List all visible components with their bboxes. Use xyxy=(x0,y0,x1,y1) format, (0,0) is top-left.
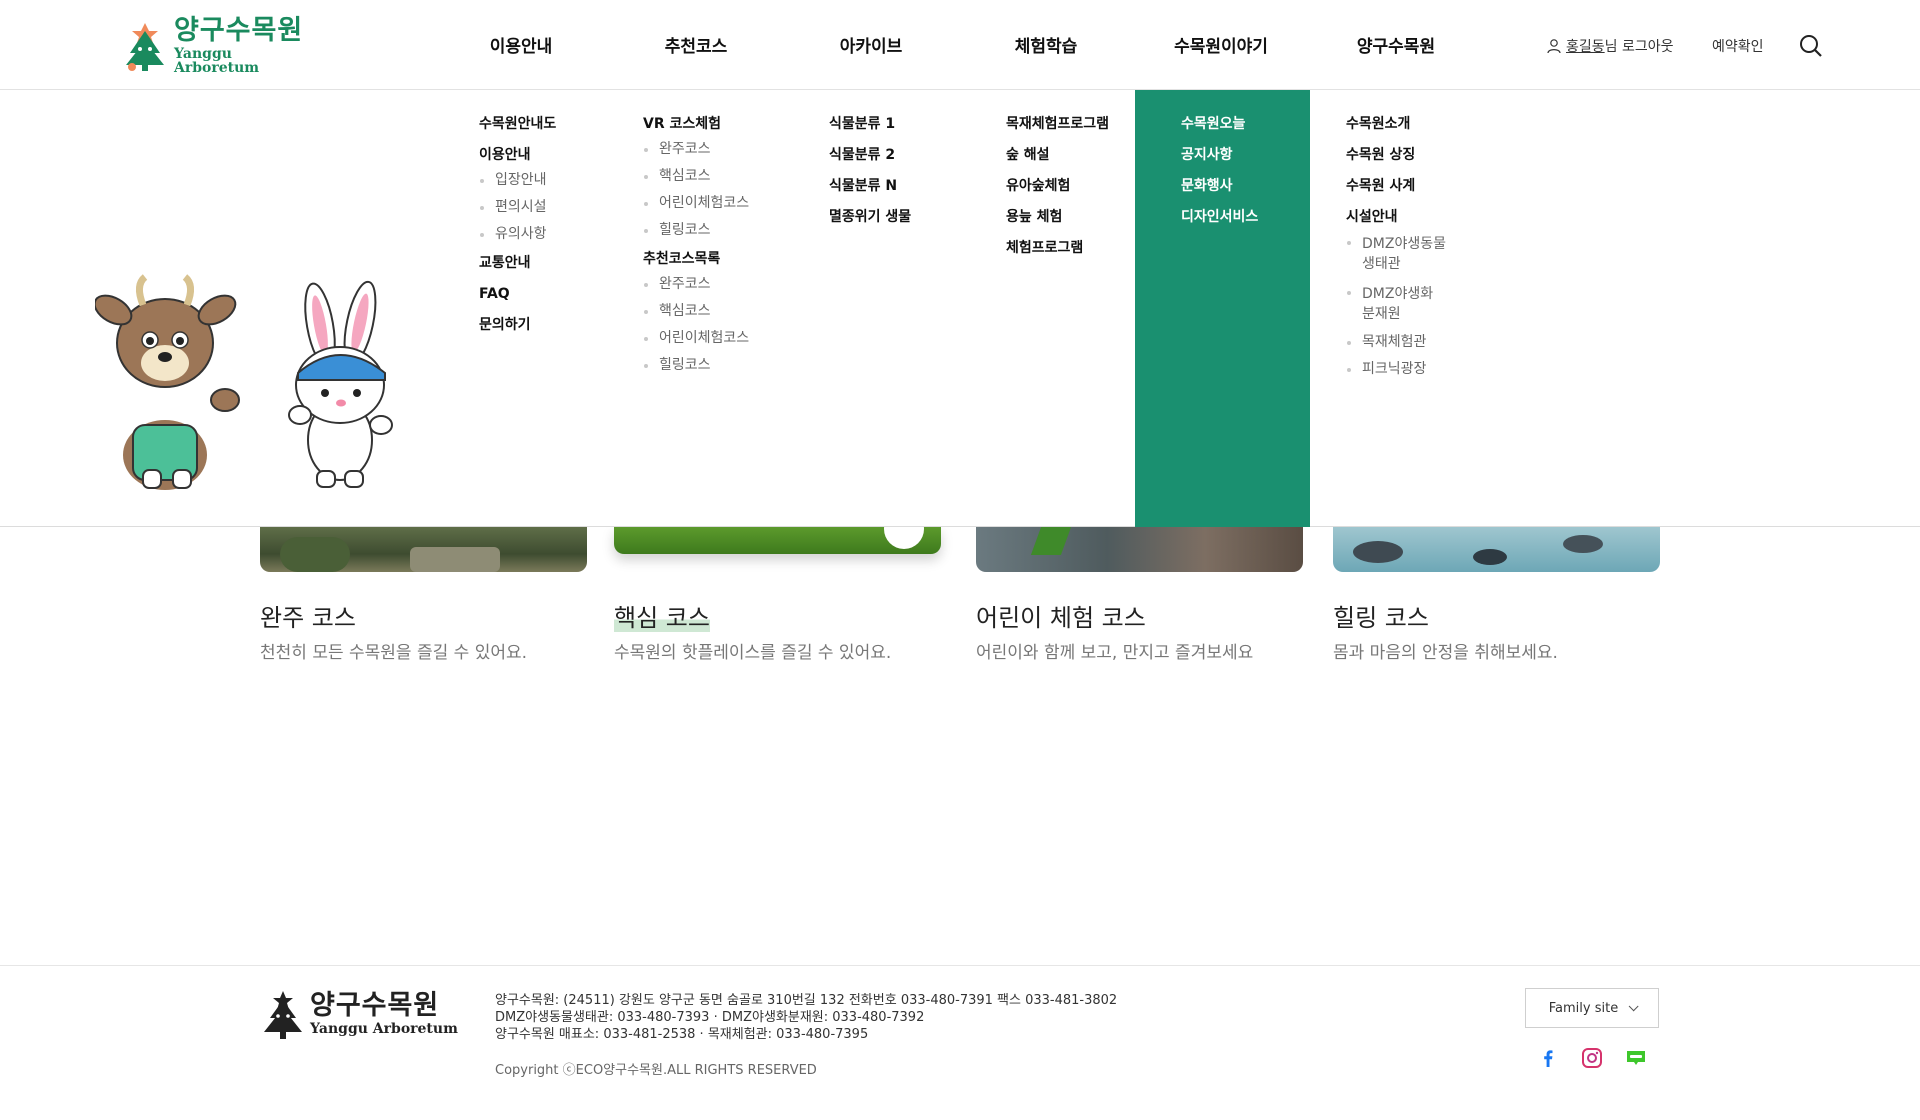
submenu-link[interactable]: 완주코스 xyxy=(643,141,749,158)
menu-col-archive: 식물분류 1 식물분류 2 식물분류 N 멸종위기 생물 xyxy=(829,116,911,240)
footer-contact-info: 양구수목원: (24511) 강원도 양구군 동면 숨골로 310번길 132 … xyxy=(495,992,1117,1043)
submenu-link[interactable]: 완주코스 xyxy=(643,276,749,293)
submenu-link[interactable]: 핵심코스 xyxy=(643,303,749,320)
nav-usage[interactable]: 이용안내 xyxy=(446,32,596,57)
logout-link[interactable]: 홍길동 님 로그아웃 xyxy=(1546,36,1674,56)
menu-link[interactable]: 체험프로그램 xyxy=(1006,240,1109,257)
menu-link[interactable]: 식물분류 1 xyxy=(829,116,911,133)
course-title-text[interactable]: 핵심 코스 xyxy=(614,604,710,632)
mascot-characters xyxy=(95,274,393,490)
menu-link[interactable]: 용늪 체험 xyxy=(1006,209,1109,226)
menu-link[interactable]: 숲 해설 xyxy=(1006,147,1109,164)
submenu-link[interactable]: 힐링코스 xyxy=(643,222,749,239)
reservation-link[interactable]: 예약확인 xyxy=(1712,36,1764,56)
submenu-link[interactable]: 유의사항 xyxy=(479,226,556,243)
menu-col-about: 수목원소개 수목원 상징 수목원 사계 시설안내 DMZ야생동물 생태관 DMZ… xyxy=(1346,116,1450,390)
nav-learning[interactable]: 체험학습 xyxy=(971,32,1121,57)
menu-link[interactable]: FAQ xyxy=(479,286,556,303)
logo-english: Yanggu Arboretum xyxy=(174,46,260,76)
facebook-icon[interactable] xyxy=(1537,1047,1559,1069)
course-image xyxy=(614,527,941,554)
instagram-icon[interactable] xyxy=(1581,1047,1603,1069)
tree-logo-icon xyxy=(126,23,164,71)
menu-link[interactable]: 디자인서비스 xyxy=(1181,209,1258,226)
submenu-link[interactable]: 힐링코스 xyxy=(643,357,749,374)
course-description: 수목원의 핫플레이스를 즐길 수 있어요. xyxy=(614,643,892,663)
menu-col-learning: 목재체험프로그램 숲 해설 유아숲체험 용늪 체험 체험프로그램 xyxy=(1006,116,1109,271)
course-title[interactable]: 어린이 체험 코스 xyxy=(976,598,1146,633)
nav-archive[interactable]: 아카이브 xyxy=(796,32,946,57)
submenu-link[interactable]: 피크닉광장 xyxy=(1347,361,1450,378)
menu-link[interactable]: 이용안내 xyxy=(479,147,556,164)
menu-link[interactable]: 문화행사 xyxy=(1181,178,1258,195)
course-description: 몸과 마음의 안정을 취해보세요. xyxy=(1333,643,1558,663)
search-icon[interactable] xyxy=(1798,33,1824,59)
family-site-select[interactable]: Family site xyxy=(1525,988,1659,1028)
site-logo[interactable]: 양구수목원 Yanggu Arboretum xyxy=(118,15,318,76)
logo-korean: 양구수목원 xyxy=(310,990,440,1021)
submenu-link[interactable]: 편의시설 xyxy=(479,199,556,216)
submenu-link[interactable]: DMZ야생동물 생태관 xyxy=(1347,234,1450,274)
menu-link[interactable]: 수목원소개 xyxy=(1346,116,1450,133)
footer-phone-1: DMZ야생동물생태관: 033-480-7393 · DMZ야생화분재원: 03… xyxy=(495,1010,925,1025)
submenu-link[interactable]: 어린이체험코스 xyxy=(643,195,749,212)
blog-icon[interactable] xyxy=(1625,1047,1647,1069)
logo-english: Yanggu Arboretum xyxy=(310,1021,458,1037)
footer-logo[interactable]: 양구수목원 Yanggu Arboretum xyxy=(258,988,458,1040)
menu-col-usage: 수목원안내도 이용안내 입장안내 편의시설 유의사항 교통안내 FAQ 문의하기 xyxy=(479,116,556,348)
course-description: 천천히 모든 수목원을 즐길 수 있어요. xyxy=(260,643,528,663)
menu-link[interactable]: VR 코스체험 xyxy=(643,116,749,133)
course-image xyxy=(260,527,587,572)
menu-link[interactable]: 수목원안내도 xyxy=(479,116,556,133)
menu-link[interactable]: 공지사항 xyxy=(1181,147,1258,164)
user-icon xyxy=(1547,39,1561,54)
course-image xyxy=(1333,527,1660,572)
menu-link[interactable]: 유아숲체험 xyxy=(1006,178,1109,195)
course-title[interactable]: 힐링 코스 xyxy=(1333,598,1429,633)
menu-link[interactable]: 식물분류 2 xyxy=(829,147,911,164)
submenu-link[interactable]: 핵심코스 xyxy=(643,168,749,185)
footer-address: 양구수목원: (24511) 강원도 양구군 동면 숨골로 310번길 132 … xyxy=(495,993,1118,1008)
menu-link[interactable]: 문의하기 xyxy=(479,317,556,334)
menu-link[interactable]: 수목원 상징 xyxy=(1346,147,1450,164)
course-title[interactable]: 완주 코스 xyxy=(260,598,356,633)
mega-menu: 수목원안내도 이용안내 입장안내 편의시설 유의사항 교통안내 FAQ 문의하기… xyxy=(0,90,1920,527)
site-header: 양구수목원 Yanggu Arboretum 이용안내 추천코스 아카이브 체험… xyxy=(0,0,1920,90)
menu-link[interactable]: 시설안내 xyxy=(1346,209,1450,226)
menu-link[interactable]: 식물분류 N xyxy=(829,178,911,195)
copyright: Copyright ⓒECO양구수목원.ALL RIGHTS RESERVED xyxy=(495,1063,817,1078)
menu-link[interactable]: 추천코스목록 xyxy=(643,251,749,268)
menu-link[interactable]: 교통안내 xyxy=(479,255,556,272)
menu-col-story: 수목원오늘 공지사항 문화행사 디자인서비스 xyxy=(1181,116,1258,240)
course-image xyxy=(976,527,1303,572)
logout-label[interactable]: 님 로그아웃 xyxy=(1605,36,1674,56)
nav-about[interactable]: 양구수목원 xyxy=(1321,32,1471,57)
chevron-down-icon xyxy=(1628,1000,1639,1011)
family-site-label: Family site xyxy=(1548,1000,1619,1016)
submenu-link[interactable]: DMZ야생화 분재원 xyxy=(1347,284,1450,324)
footer-phone-2: 양구수목원 매표소: 033-481-2538 · 목재체험관: 033-480… xyxy=(495,1027,869,1042)
menu-active-panel: 수목원오늘 공지사항 문화행사 디자인서비스 xyxy=(1135,90,1310,527)
nav-recommend[interactable]: 추천코스 xyxy=(621,32,771,57)
site-footer: 양구수목원 Yanggu Arboretum 양구수목원: (24511) 강원… xyxy=(0,965,1920,1120)
submenu-link[interactable]: 입장안내 xyxy=(479,172,556,189)
nav-story[interactable]: 수목원이야기 xyxy=(1146,32,1296,57)
course-description: 어린이와 함께 보고, 만지고 즐겨보세요 xyxy=(976,643,1254,663)
course-title[interactable]: 핵심 코스 xyxy=(614,598,710,633)
tree-logo-icon xyxy=(264,991,302,1039)
menu-col-recommend: VR 코스체험 완주코스 핵심코스 어린이체험코스 힐링코스 추천코스목록 완주… xyxy=(643,116,749,386)
menu-link[interactable]: 수목원오늘 xyxy=(1181,116,1258,133)
user-name[interactable]: 홍길동 xyxy=(1566,36,1605,56)
menu-link[interactable]: 수목원 사계 xyxy=(1346,178,1450,195)
logo-korean: 양구수목원 xyxy=(174,15,304,46)
submenu-link[interactable]: 목재체험관 xyxy=(1347,334,1450,351)
submenu-link[interactable]: 어린이체험코스 xyxy=(643,330,749,347)
menu-link[interactable]: 멸종위기 생물 xyxy=(829,209,911,226)
menu-link[interactable]: 목재체험프로그램 xyxy=(1006,116,1109,133)
